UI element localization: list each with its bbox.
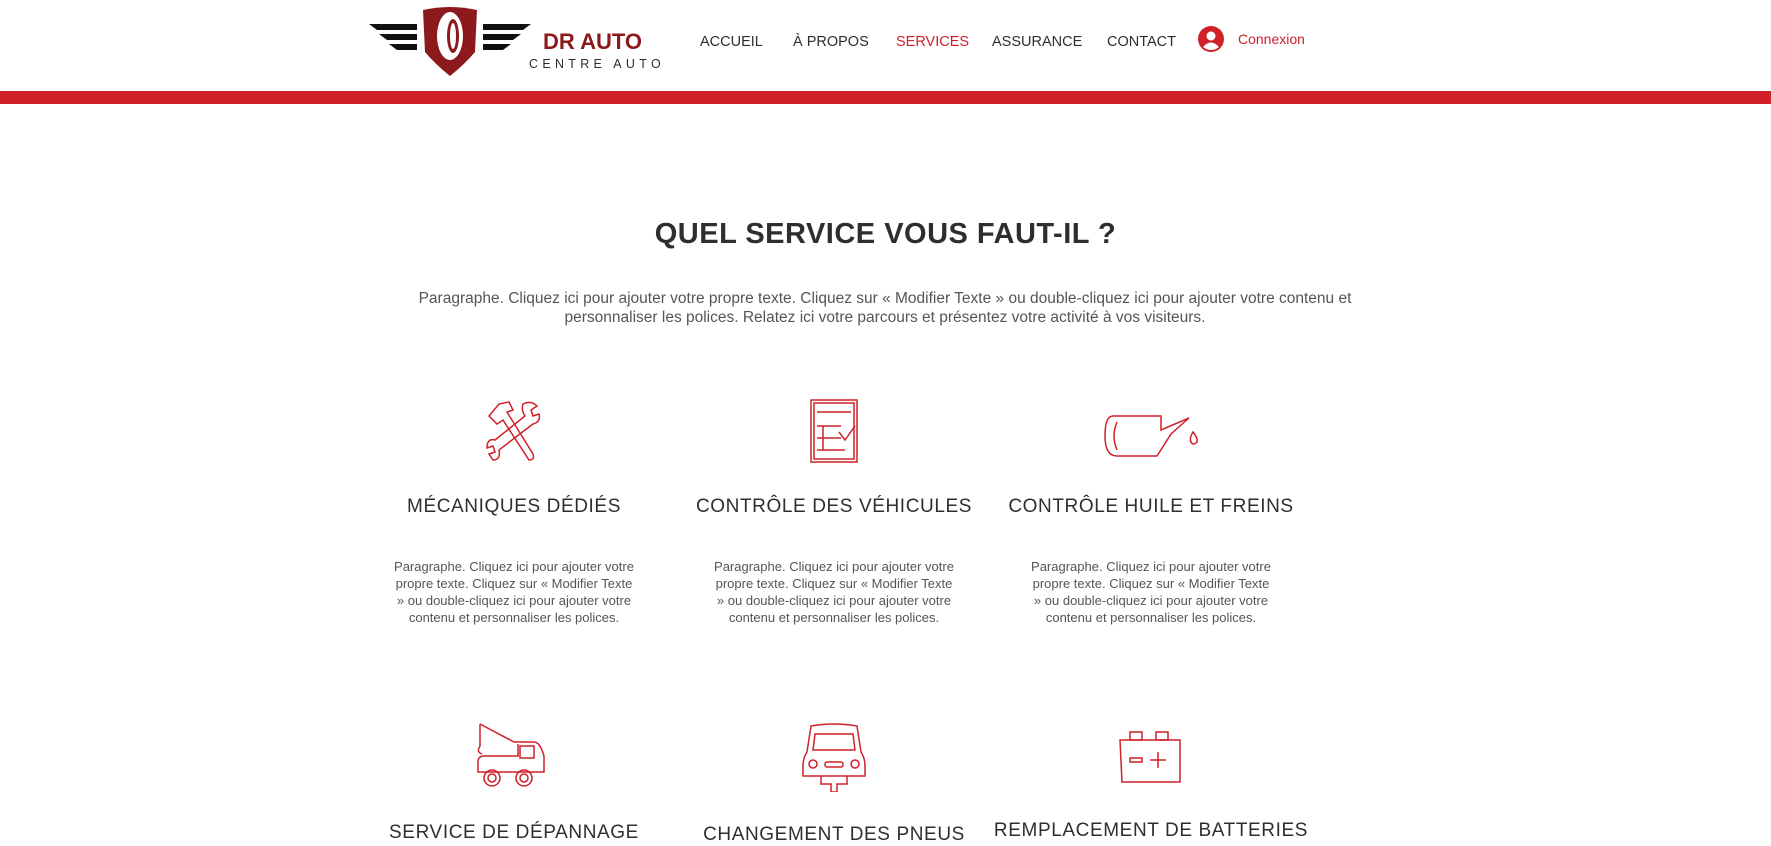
tools-icon	[486, 401, 541, 461]
brand-tagline: CENTRE AUTO	[529, 57, 665, 71]
service-text: Paragraphe. Cliquez ici pour ajouter vot…	[1031, 559, 1271, 625]
login-label: Connexion	[1238, 31, 1305, 47]
service-title: CHANGEMENT DES PNEUS	[703, 824, 965, 845]
service-title: SERVICE DE DÉPANNAGE	[389, 822, 639, 843]
nav-contact[interactable]: CONTACT	[1107, 34, 1176, 50]
intro-paragraph: Paragraphe. Cliquez ici pour ajouter vot…	[418, 290, 1352, 326]
clipboard-check-icon	[810, 399, 858, 463]
service-text: Paragraphe. Cliquez ici pour ajouter vot…	[394, 559, 634, 625]
header-accent-bar	[0, 91, 1771, 104]
login-button[interactable]: Connexion	[1198, 26, 1305, 52]
car-jack-icon	[802, 723, 866, 792]
service-title: MÉCANIQUES DÉDIÉS	[407, 496, 621, 517]
brand-name: DR AUTO	[543, 29, 642, 54]
page-title: QUEL SERVICE VOUS FAUT-IL ?	[654, 218, 1117, 250]
oil-can-icon	[1104, 415, 1198, 457]
service-card: CONTRÔLE HUILE ET FREINS Paragraphe. Cli…	[991, 398, 1311, 626]
service-card: SERVICE DE DÉPANNAGE	[354, 722, 674, 844]
site-header: DR AUTO CENTRE AUTO ACCUEIL À PROPOS SER…	[0, 0, 1771, 91]
service-card: CHANGEMENT DES PNEUS	[674, 722, 994, 846]
service-title: REMPLACEMENT DE BATTERIES	[993, 820, 1309, 841]
nav-assurance[interactable]: ASSURANCE	[992, 34, 1082, 50]
battery-icon	[1119, 731, 1181, 783]
service-card: CONTRÔLE DES VÉHICULES Paragraphe. Cliqu…	[674, 398, 994, 626]
nav-accueil[interactable]: ACCUEIL	[700, 34, 763, 50]
service-text: Paragraphe. Cliquez ici pour ajouter vot…	[714, 559, 954, 625]
service-title: CONTRÔLE HUILE ET FREINS	[1008, 496, 1294, 517]
nav-a-propos[interactable]: À PROPOS	[793, 34, 869, 50]
nav-services[interactable]: SERVICES	[896, 34, 969, 50]
service-card: REMPLACEMENT DE BATTERIES	[991, 722, 1311, 842]
logo-icon[interactable]	[369, 6, 531, 78]
tow-truck-icon	[477, 723, 545, 787]
service-card: MÉCANIQUES DÉDIÉS Paragraphe. Cliquez ic…	[354, 398, 674, 626]
service-title: CONTRÔLE DES VÉHICULES	[695, 496, 973, 517]
user-avatar-icon	[1198, 26, 1224, 52]
